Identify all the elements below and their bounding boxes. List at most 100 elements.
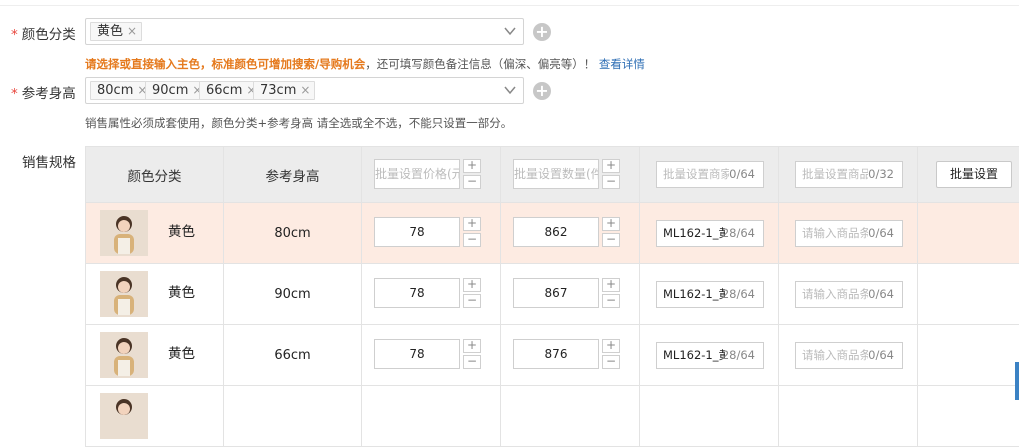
qty-stepper[interactable]: + −	[602, 339, 620, 369]
product-thumbnail	[100, 210, 148, 256]
color-cell: 黄色	[86, 325, 224, 386]
product-thumbnail	[100, 271, 148, 317]
barcode-input[interactable]: 请输入商品条形码 0/64	[795, 342, 903, 369]
scrollbar[interactable]	[1015, 362, 1019, 400]
qty-stepper[interactable]: + −	[602, 278, 620, 308]
decrement-button[interactable]: −	[602, 355, 620, 369]
decrement-button[interactable]: −	[602, 233, 620, 247]
chevron-down-icon[interactable]	[503, 24, 517, 38]
char-count: 0/64	[868, 282, 894, 307]
height-tag: 73cm×	[253, 81, 315, 100]
qty-stepper[interactable]: + −	[602, 217, 620, 247]
increment-button[interactable]: +	[602, 278, 620, 292]
table-row: 黄色 80cm 78 + − 862 + − ML162-1_黄	[86, 203, 1019, 264]
table-header-row: 颜色分类 参考身高 批量设置价格(元) + − 批量设置数量(件) + −	[86, 147, 1019, 203]
price-input[interactable]: 78	[374, 217, 460, 247]
color-tag: 黄色×	[90, 22, 142, 41]
price-input[interactable]: 78	[374, 278, 460, 308]
table-row: 黄色 66cm 78 + − 876 + − ML162-1_黄	[86, 325, 1019, 386]
increment-button[interactable]: +	[463, 278, 481, 292]
price-stepper[interactable]: + −	[463, 278, 481, 308]
qty-input[interactable]: 862	[513, 217, 599, 247]
batch-set-button[interactable]: 批量设置	[936, 161, 1012, 188]
close-icon[interactable]: ×	[127, 24, 137, 38]
add-height-plus-circle-icon[interactable]: +	[533, 82, 551, 100]
char-count: 0/64	[868, 221, 894, 246]
batch-price-input[interactable]: 批量设置价格(元)	[374, 159, 460, 189]
height-value: 90cm	[224, 264, 362, 325]
increment-button[interactable]: +	[463, 159, 481, 173]
sku-table: 颜色分类 参考身高 批量设置价格(元) + − 批量设置数量(件) + −	[85, 146, 1019, 447]
chevron-down-icon[interactable]	[503, 83, 517, 97]
batch-qty-cell: 批量设置数量(件) + −	[501, 147, 640, 203]
color-cell	[86, 386, 224, 447]
qty-input[interactable]: 876	[513, 339, 599, 369]
price-input[interactable]: 78	[374, 339, 460, 369]
barcode-input[interactable]: 请输入商品条形码 0/64	[795, 281, 903, 308]
height-hint: 销售属性必须成套使用，颜色分类+参考身高 请全选或全不选，不能只设置一部分。	[85, 115, 512, 131]
qty-cell: 876 + −	[501, 325, 640, 386]
color-cell: 黄色	[86, 264, 224, 325]
increment-button[interactable]: +	[602, 339, 620, 353]
batch-code-input[interactable]: 批量设置商家编码 0/64	[656, 161, 764, 188]
batch-qty-stepper[interactable]: + −	[602, 159, 620, 189]
sku-section-label: 销售规格	[22, 151, 76, 171]
char-count: 0/32	[868, 162, 894, 187]
batch-qty-input[interactable]: 批量设置数量(件)	[513, 159, 599, 189]
empty-cell	[918, 264, 1019, 325]
code-input[interactable]: ML162-1_黄 28/64	[656, 342, 764, 369]
increment-button[interactable]: +	[463, 217, 481, 231]
height-column-header: 参考身高	[224, 147, 362, 203]
price-stepper[interactable]: + −	[463, 217, 481, 247]
height-field-label: *参考身高	[11, 82, 76, 102]
code-cell: ML162-1_黄 28/64	[640, 325, 779, 386]
code-cell: ML162-1_黄 28/64	[640, 203, 779, 264]
increment-button[interactable]: +	[602, 159, 620, 173]
height-value: 66cm	[224, 325, 362, 386]
barcode-cell: 请输入商品条形码 0/64	[779, 325, 918, 386]
top-divider	[0, 0, 1019, 6]
height-value: 80cm	[224, 203, 362, 264]
required-mark: *	[11, 27, 18, 43]
color-cell: 黄色	[86, 203, 224, 264]
color-select[interactable]: 黄色×	[85, 18, 524, 45]
batch-price-cell: 批量设置价格(元) + −	[362, 147, 501, 203]
price-cell: 78 + −	[362, 264, 501, 325]
batch-price-stepper[interactable]: + −	[463, 159, 481, 189]
barcode-cell: 请输入商品条形码 0/64	[779, 264, 918, 325]
code-input[interactable]: ML162-1_黄 28/64	[656, 281, 764, 308]
price-cell: 78 + −	[362, 203, 501, 264]
decrement-button[interactable]: −	[463, 355, 481, 369]
batch-barcode-input[interactable]: 批量设置商品条形码 0/32	[795, 161, 903, 188]
empty-cell	[918, 203, 1019, 264]
barcode-cell: 请输入商品条形码 0/64	[779, 203, 918, 264]
decrement-button[interactable]: −	[463, 233, 481, 247]
add-color-plus-circle-icon[interactable]: +	[533, 23, 551, 41]
price-cell: 78 + −	[362, 325, 501, 386]
required-mark: *	[11, 86, 18, 102]
decrement-button[interactable]: −	[602, 294, 620, 308]
increment-button[interactable]: +	[602, 217, 620, 231]
batch-code-cell: 批量设置商家编码 0/64	[640, 147, 779, 203]
increment-button[interactable]: +	[463, 339, 481, 353]
color-column-header: 颜色分类	[86, 147, 224, 203]
qty-cell: 867 + −	[501, 264, 640, 325]
color-value: 黄色	[168, 325, 195, 384]
price-stepper[interactable]: + −	[463, 339, 481, 369]
product-thumbnail	[100, 332, 148, 378]
char-count: 28/64	[722, 221, 755, 246]
height-select[interactable]: 80cm× 90cm× 66cm× 73cm×	[85, 77, 524, 104]
table-row: 黄色 90cm 78 + − 867 + − ML162-1_黄	[86, 264, 1019, 325]
barcode-input[interactable]: 请输入商品条形码 0/64	[795, 220, 903, 247]
decrement-button[interactable]: −	[463, 175, 481, 189]
decrement-button[interactable]: −	[463, 294, 481, 308]
empty-cell	[918, 325, 1019, 386]
close-icon[interactable]: ×	[300, 83, 310, 97]
qty-cell: 862 + −	[501, 203, 640, 264]
code-input[interactable]: ML162-1_黄 28/64	[656, 220, 764, 247]
color-value: 黄色	[168, 264, 195, 323]
decrement-button[interactable]: −	[602, 175, 620, 189]
qty-input[interactable]: 867	[513, 278, 599, 308]
color-field-label: *颜色分类	[11, 23, 76, 43]
view-details-link[interactable]: 查看详情	[599, 57, 645, 71]
